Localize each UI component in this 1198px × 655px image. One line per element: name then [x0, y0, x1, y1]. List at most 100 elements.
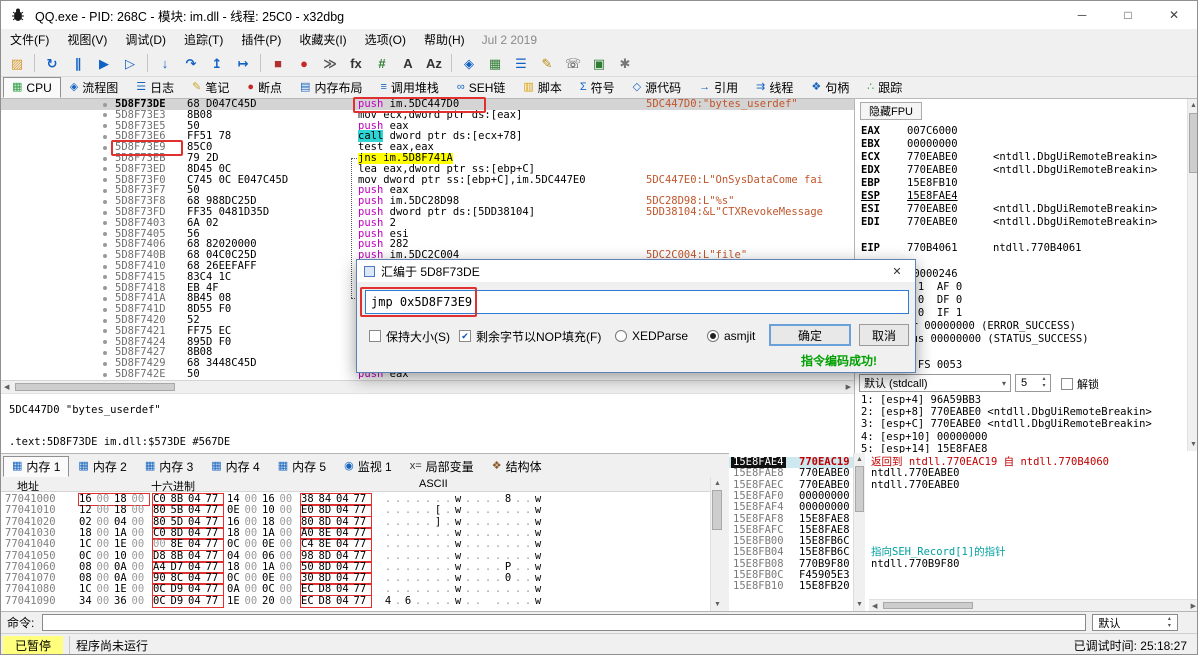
scrollbar-thumb[interactable] [1189, 113, 1197, 173]
ok-button[interactable]: 确定 [769, 324, 851, 346]
register-line[interactable]: ECX 770EABE0 <ntdll.DbgUiRemoteBreakin> [861, 151, 1187, 164]
tab-dump-3[interactable]: ▦ 内存 3 [136, 456, 202, 477]
scroll-down-icon[interactable]: ▼ [1190, 441, 1197, 448]
register-line[interactable]: EAX 007C6000 [861, 125, 1187, 138]
register-line[interactable]: ESI 770EABE0 <ntdll.DbgUiRemoteBreakin> [861, 203, 1187, 216]
menu-item-8[interactable]: 帮助(H) [415, 29, 474, 50]
dump-row[interactable]: 77041040 1C 00 1E 00 00 8E 04 77 0C 00 0E 00 C4 8E 04 77… [1, 538, 724, 552]
breakpoint-button[interactable]: ● [292, 52, 316, 75]
scroll-up-icon[interactable]: ▲ [1190, 102, 1197, 109]
register-line[interactable]: EIP 770B4061 ntdll.770B4061 [861, 242, 1187, 255]
spin-up-icon[interactable]: ▴ [1042, 376, 1045, 383]
open-file-button[interactable]: ▨ [5, 52, 29, 75]
dump-row[interactable]: 77041010 12 00 18 00 80 5B 04 77 0E 00 10 00 E0 8D 04 77… [1, 504, 724, 518]
step-into-button[interactable]: ↓ [153, 52, 177, 75]
tab-references[interactable]: → 引用 [690, 77, 747, 98]
menu-item-3[interactable]: 调试(D) [116, 29, 175, 50]
pause-button[interactable]: ∥ [66, 52, 90, 75]
settings-button[interactable]: ✱ [613, 52, 637, 75]
register-value[interactable]: 770EABE0 [907, 203, 975, 216]
spinner-arrows[interactable]: ▴ ▾ [1038, 376, 1050, 389]
unlock-checkbox[interactable] [1061, 378, 1073, 390]
fill-nop-checkbox[interactable]: ✔ [459, 330, 471, 342]
tab-symbols[interactable]: Σ 符号 [571, 77, 624, 98]
stack-row[interactable]: 15E8FAF4 00000000 [729, 502, 853, 513]
run-unhandled-button[interactable]: ▷ [118, 52, 142, 75]
registers-vscrollbar[interactable]: ▲ ▼ [1187, 99, 1197, 451]
scroll-up-icon[interactable]: ▲ [714, 480, 721, 487]
restart-button[interactable]: ↻ [40, 52, 64, 75]
dialog-title-bar[interactable]: 汇编于 5D8F73DE ✕ [357, 260, 915, 282]
tab-breakpoints[interactable]: ● 断点 [238, 77, 291, 98]
dialog-close-icon[interactable]: ✕ [886, 265, 908, 278]
xedparse-radio[interactable] [615, 330, 627, 342]
trace-button[interactable]: ≫ [318, 52, 342, 75]
tab-watch-1[interactable]: ◉ 监视 1 [335, 456, 401, 477]
tab-dump-5[interactable]: ▦ 内存 5 [269, 456, 335, 477]
register-value[interactable]: 15E8FB10 [907, 177, 975, 190]
cpu-chip-button[interactable]: ▣ [587, 52, 611, 75]
tab-call-stack[interactable]: ≡ 调用堆栈 [371, 77, 447, 98]
scroll-right-icon[interactable]: ▶ [846, 384, 851, 391]
scroll-down-icon[interactable]: ▼ [714, 601, 721, 608]
step-over-button[interactable]: ↷ [179, 52, 203, 75]
tab-trace[interactable]: ∴ 跟踪 [858, 77, 911, 98]
assemble-input[interactable] [365, 290, 909, 314]
register-value[interactable]: 770EABE0 [907, 151, 975, 164]
register-value[interactable]: 00000000 [907, 138, 975, 151]
tab-dump-2[interactable]: ▦ 内存 2 [69, 456, 135, 477]
register-value[interactable]: 00000246 [907, 268, 975, 281]
stack-view[interactable]: 15E8FAE4 770EAC19 15E8FAE8 770EABE0 15E8FAEC… [729, 453, 1197, 611]
menu-item-1[interactable]: 文件(F) [1, 29, 58, 50]
scroll-up-icon[interactable]: ▲ [856, 456, 863, 463]
scroll-left-icon[interactable]: ◀ [872, 603, 877, 610]
spin-up-icon[interactable]: ▴ [1168, 616, 1171, 623]
asmjit-radio[interactable] [707, 330, 719, 342]
tab-script[interactable]: ▥ 脚本 [514, 77, 570, 98]
maximize-button[interactable]: □ [1105, 1, 1151, 29]
cancel-button[interactable]: 取消 [859, 324, 909, 346]
scroll-left-icon[interactable]: ◀ [4, 384, 9, 391]
menu-item-2[interactable]: 视图(V) [58, 29, 116, 50]
calling-convention-select[interactable]: 默认 (stdcall) ▾ [859, 374, 1011, 392]
graph-button[interactable]: ◈ [457, 52, 481, 75]
scrollbar-thumb[interactable] [712, 490, 722, 530]
tab-memory-map[interactable]: ▤ 内存布局 [291, 77, 371, 98]
close-button[interactable]: ✕ [1151, 1, 1197, 29]
tab-cpu[interactable]: ▦ CPU [3, 77, 61, 98]
tab-locals[interactable]: x= 局部变量 [401, 456, 483, 477]
asmjit-option[interactable]: asmjit [707, 328, 755, 344]
tab-log[interactable]: ☰ 日志 [127, 77, 183, 98]
stack-vscrollbar[interactable]: ▲ ▼ [853, 453, 865, 611]
hide-fpu-button[interactable]: 隐藏FPU [860, 102, 922, 120]
register-line[interactable]: ESP 15E8FAE4 [861, 190, 1187, 203]
tab-graph[interactable]: ◈ 流程图 [61, 77, 127, 98]
menu-item-6[interactable]: 收藏夹(I) [290, 29, 355, 50]
fill-nop-option[interactable]: ✔ 剩余字节以NOP填充(F) [459, 328, 601, 344]
xedparse-option[interactable]: XEDParse [615, 328, 688, 344]
tab-dump-1[interactable]: ▦ 内存 1 [3, 456, 70, 477]
stack-row[interactable]: 15E8FB10 15E8FB20 [729, 581, 853, 592]
spin-down-icon[interactable]: ▾ [1042, 383, 1045, 390]
notes-button[interactable]: ✎ [535, 52, 559, 75]
stop-button[interactable]: ■ [266, 52, 290, 75]
register-line[interactable]: EDI 770EABE0 <ntdll.DbgUiRemoteBreakin> [861, 216, 1187, 229]
case-button[interactable]: Az [422, 52, 446, 75]
keep-size-option[interactable]: 保持大小(S) [369, 328, 450, 344]
register-value[interactable]: 007C6000 [907, 125, 975, 138]
tab-dump-4[interactable]: ▦ 内存 4 [202, 456, 268, 477]
run-button[interactable]: ▶ [92, 52, 116, 75]
memory-map-button[interactable]: ▦ [483, 52, 507, 75]
tab-seh[interactable]: ∞ SEH链 [448, 77, 515, 98]
register-line[interactable]: EBX 00000000 [861, 138, 1187, 151]
dump-row[interactable]: 77041080 1C 00 1E 00 0C D9 04 77 0A 00 0C 00 EC D8 04 77… [1, 583, 724, 597]
tab-threads[interactable]: ⇉ 线程 [747, 77, 802, 98]
dump-vscrollbar[interactable]: ▲ ▼ [710, 477, 724, 611]
scrollbar-thumb[interactable] [883, 602, 973, 609]
menu-item-5[interactable]: 插件(P) [232, 29, 290, 50]
command-input[interactable] [42, 614, 1087, 631]
scroll-right-icon[interactable]: ▶ [1191, 603, 1196, 610]
register-value[interactable]: 770EABE0 [907, 164, 975, 177]
tab-struct[interactable]: ❖ 结构体 [483, 456, 551, 477]
argument-count-spinner[interactable]: 5 ▴ ▾ [1015, 374, 1051, 392]
